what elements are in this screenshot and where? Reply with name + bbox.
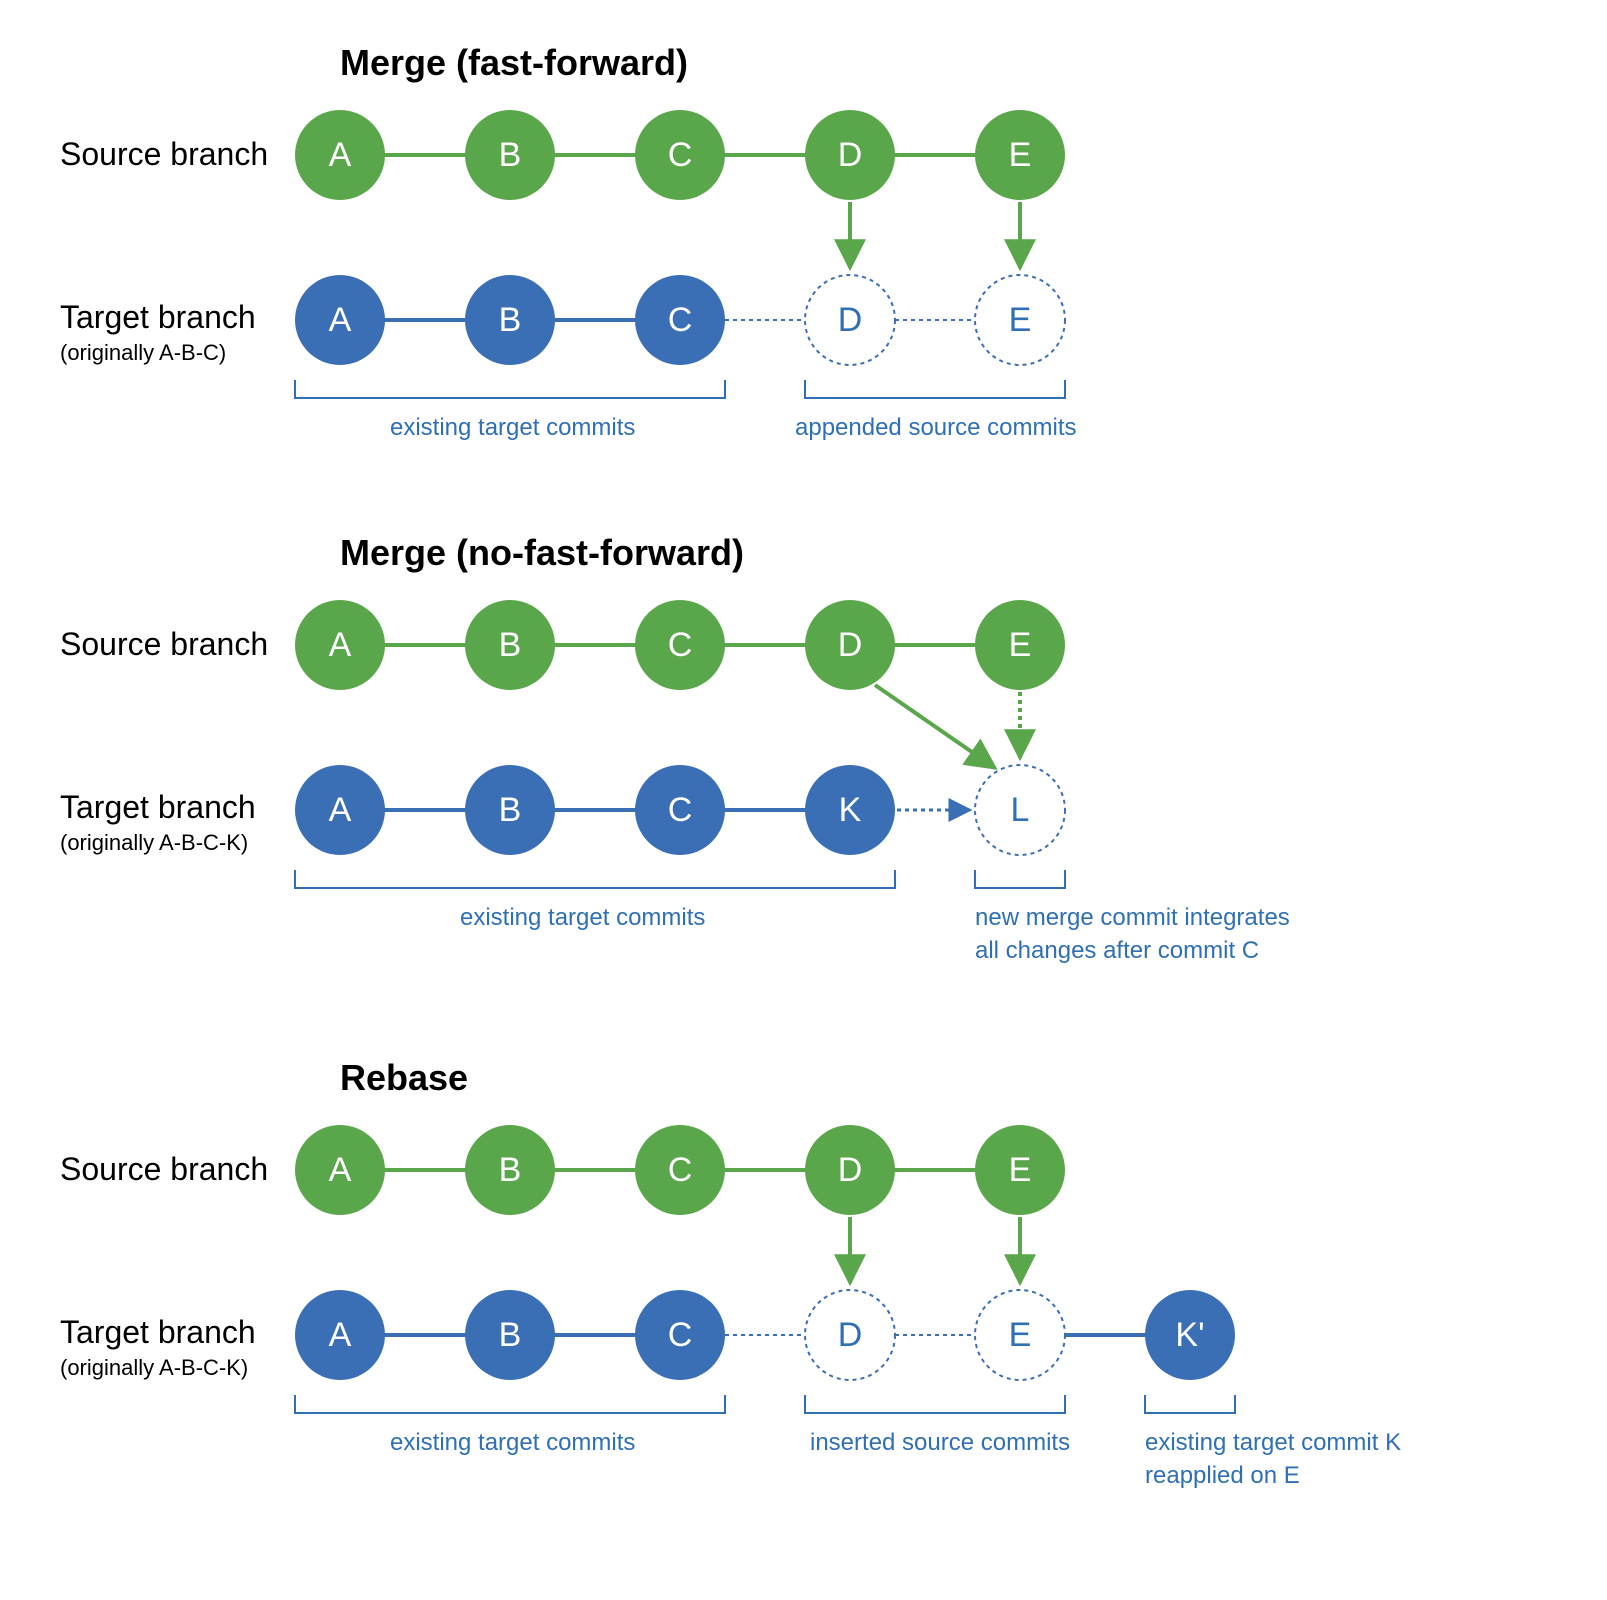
- svg-text:A: A: [329, 136, 352, 174]
- title-merge-noff: Merge (no-fast-forward): [340, 532, 744, 573]
- svg-text:D: D: [838, 1151, 863, 1189]
- svg-text:B: B: [499, 301, 522, 339]
- target-branch-label-3: Target branch: [60, 1314, 256, 1350]
- svg-text:C: C: [668, 136, 693, 174]
- svg-text:D: D: [838, 136, 863, 174]
- svg-text:E: E: [1009, 1316, 1032, 1354]
- svg-text:B: B: [499, 1316, 522, 1354]
- svg-text:A: A: [329, 1316, 352, 1354]
- target-nodes-dashed-2: L: [975, 765, 1065, 855]
- section-rebase: Rebase Source branch A B C D E Target br…: [60, 1057, 1401, 1489]
- noff-arrows: [875, 685, 1020, 768]
- source-branch-label-1: Source branch: [60, 136, 268, 172]
- svg-text:E: E: [1009, 136, 1032, 174]
- svg-text:all changes after commit C: all changes after commit C: [975, 937, 1259, 964]
- svg-text:existing target commits: existing target commits: [390, 414, 635, 441]
- svg-text:A: A: [329, 626, 352, 664]
- svg-text:D: D: [838, 301, 863, 339]
- svg-text:new merge commit integrates: new merge commit integrates: [975, 904, 1290, 931]
- svg-text:B: B: [499, 136, 522, 174]
- svg-text:reapplied on E: reapplied on E: [1145, 1462, 1300, 1489]
- svg-text:C: C: [668, 791, 693, 829]
- svg-text:appended source commits: appended source commits: [795, 414, 1076, 441]
- bracket-left-1: existing target commits: [295, 380, 725, 441]
- target-branch-sublabel-2: (originally A-B-C-K): [60, 830, 248, 855]
- svg-text:B: B: [499, 626, 522, 664]
- svg-text:C: C: [668, 301, 693, 339]
- section-merge-noff: Merge (no-fast-forward) Source branch A …: [60, 532, 1290, 964]
- bracket-mid-3: inserted source commits: [805, 1395, 1070, 1456]
- svg-text:A: A: [329, 1151, 352, 1189]
- svg-text:E: E: [1009, 301, 1032, 339]
- section-merge-ff: Merge (fast-forward) Source branch A B C…: [60, 42, 1076, 441]
- title-rebase: Rebase: [340, 1057, 468, 1098]
- target-branch-label-2: Target branch: [60, 789, 256, 825]
- source-branch-label-3: Source branch: [60, 1151, 268, 1187]
- svg-text:C: C: [668, 1316, 693, 1354]
- target-nodes-solid-3: A B C: [295, 1290, 725, 1380]
- svg-text:C: C: [668, 1151, 693, 1189]
- bracket-left-3: existing target commits: [295, 1395, 725, 1456]
- svg-text:existing target commits: existing target commits: [460, 904, 705, 931]
- ff-arrows: [850, 202, 1020, 268]
- git-merge-rebase-diagram: Merge (fast-forward) Source branch A B C…: [20, 20, 1607, 1580]
- svg-text:D: D: [838, 626, 863, 664]
- svg-text:B: B: [499, 1151, 522, 1189]
- bracket-right-3: existing target commit K reapplied on E: [1145, 1395, 1401, 1489]
- svg-text:D: D: [838, 1316, 863, 1354]
- svg-text:A: A: [329, 791, 352, 829]
- svg-text:B: B: [499, 791, 522, 829]
- bracket-right-1: appended source commits: [795, 380, 1076, 441]
- svg-text:existing target commits: existing target commits: [390, 1429, 635, 1456]
- svg-text:K': K': [1175, 1316, 1204, 1354]
- target-branch-label-1: Target branch: [60, 299, 256, 335]
- svg-text:inserted source commits: inserted source commits: [810, 1429, 1070, 1456]
- svg-text:A: A: [329, 301, 352, 339]
- source-branch-label-2: Source branch: [60, 626, 268, 662]
- bracket-left-2: existing target commits: [295, 870, 895, 931]
- svg-text:E: E: [1009, 1151, 1032, 1189]
- title-merge-ff: Merge (fast-forward): [340, 42, 688, 83]
- target-branch-sublabel-3: (originally A-B-C-K): [60, 1355, 248, 1380]
- svg-text:C: C: [668, 626, 693, 664]
- bracket-right-2: new merge commit integrates all changes …: [975, 870, 1290, 964]
- svg-text:K: K: [839, 791, 862, 829]
- target-branch-sublabel-1: (originally A-B-C): [60, 340, 226, 365]
- target-node-kprime: K': [1145, 1290, 1235, 1380]
- svg-text:E: E: [1009, 626, 1032, 664]
- rebase-arrows: [850, 1217, 1020, 1283]
- svg-text:L: L: [1011, 791, 1030, 829]
- svg-text:existing target commit K: existing target commit K: [1145, 1429, 1401, 1456]
- target-nodes-solid-1: A B C: [295, 275, 725, 365]
